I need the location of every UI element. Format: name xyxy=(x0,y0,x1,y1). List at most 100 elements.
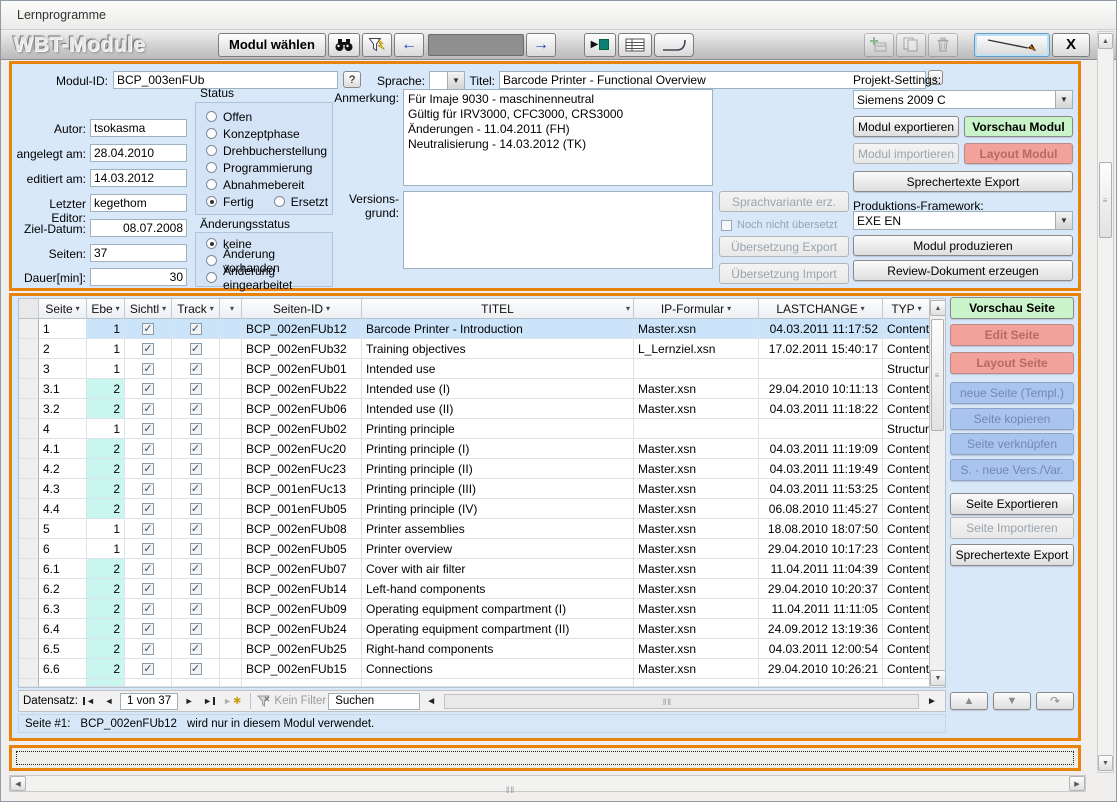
filter-status[interactable]: Kein Filter xyxy=(257,695,326,707)
track-checkbox[interactable]: ✓ xyxy=(190,363,202,375)
sort-arrow-icon[interactable]: ▾ xyxy=(162,304,166,313)
sichtbar-checkbox[interactable]: ✓ xyxy=(142,583,154,595)
table-vertical-scrollbar[interactable]: ▲ ≡ ▼ xyxy=(929,299,945,687)
edit-seite-button[interactable]: Edit Seite xyxy=(950,324,1074,346)
prev-record-button[interactable]: ← xyxy=(394,33,424,57)
modul-importieren-button[interactable]: Modul importieren xyxy=(853,143,959,164)
sichtbar-checkbox[interactable]: ✓ xyxy=(142,663,154,675)
row-selector[interactable] xyxy=(19,419,39,439)
sichtbar-checkbox[interactable]: ✓ xyxy=(142,643,154,655)
seite-verkn-pfen-button[interactable]: Seite verknüpfen xyxy=(950,433,1074,455)
table-row[interactable]: 4.12✓✓BCP_002enFUc20Printing principle (… xyxy=(19,439,945,459)
hscroll-right-icon[interactable]: ► xyxy=(923,693,941,710)
vorschau-seite-button[interactable]: Vorschau Seite xyxy=(950,297,1074,319)
aenderungsstatus-radio-Änderung eingearbeitet[interactable] xyxy=(206,272,217,283)
sort-arrow-icon[interactable]: ▾ xyxy=(727,304,731,313)
sichtbar-checkbox[interactable]: ✓ xyxy=(142,483,154,495)
dauer-input[interactable]: 30 xyxy=(90,268,187,286)
row-selector[interactable] xyxy=(19,519,39,539)
move-row-up-button[interactable]: ▲ xyxy=(950,692,988,710)
editiert-am-input[interactable]: 14.03.2012 xyxy=(90,169,187,187)
row-selector[interactable] xyxy=(19,639,39,659)
row-selector[interactable] xyxy=(19,399,39,419)
projekt-settings-dropdown[interactable]: Siemens 2009 C ▼ xyxy=(853,90,1073,109)
status-radio-Ersetzt[interactable] xyxy=(274,196,285,207)
table-row[interactable]: 11✓✓BCP_002enFUb12Barcode Printer - Intr… xyxy=(19,319,945,339)
sort-arrow-icon[interactable]: ▾ xyxy=(326,304,330,313)
sort-arrow-icon[interactable]: ▾ xyxy=(861,304,865,313)
sichtbar-checkbox[interactable]: ✓ xyxy=(142,403,154,415)
row-selector[interactable] xyxy=(19,559,39,579)
status-radio-Drehbucherstellung[interactable] xyxy=(206,145,217,156)
table-row[interactable]: 4.32✓✓BCP_001enFUc13Printing principle (… xyxy=(19,479,945,499)
status-radio-Programmierung[interactable] xyxy=(206,162,217,173)
status-radio-Abnahmebereit[interactable] xyxy=(206,179,217,190)
sichtbar-checkbox[interactable]: ✓ xyxy=(142,323,154,335)
row-selector[interactable] xyxy=(19,499,39,519)
track-checkbox[interactable]: ✓ xyxy=(190,623,202,635)
sichtbar-checkbox[interactable]: ✓ xyxy=(142,463,154,475)
vorschau-modul-button[interactable]: Vorschau Modul xyxy=(964,116,1073,137)
sort-arrow-icon[interactable]: ▾ xyxy=(210,304,214,313)
previous-record-button[interactable]: ◄ xyxy=(100,693,118,710)
s-neue-vers-var--button[interactable]: S. - neue Vers./Var. xyxy=(950,459,1074,481)
vscroll-up-arrow-icon[interactable]: ▲ xyxy=(1098,33,1113,49)
table-row[interactable]: 4.42✓✓BCP_001enFUb05Printing principle (… xyxy=(19,499,945,519)
table-row[interactable]: 51✓✓BCP_002enFUb08Printer assembliesMast… xyxy=(19,519,945,539)
copy-button[interactable] xyxy=(896,33,926,57)
table-row[interactable]: 6.42✓✓BCP_002enFUb24Operating equipment … xyxy=(19,619,945,639)
uebersetzung-export-button[interactable]: Übersetzung Export xyxy=(719,236,849,257)
delete-button[interactable] xyxy=(928,33,958,57)
sort-arrow-icon[interactable]: ▾ xyxy=(76,304,80,313)
scroll-down-icon[interactable]: ▼ xyxy=(930,670,946,686)
record-position[interactable]: 1 von 37 xyxy=(120,693,178,710)
track-checkbox[interactable]: ✓ xyxy=(190,383,202,395)
layout-seite-button[interactable]: Layout Seite xyxy=(950,352,1074,374)
column-header-IP-Formular[interactable]: IP-Formular▾ xyxy=(634,299,759,318)
column-header-LASTCHANGE[interactable]: LASTCHANGE▾ xyxy=(759,299,883,318)
sort-arrow-icon[interactable]: ▾ xyxy=(230,304,234,313)
seite-kopieren-button[interactable]: Seite kopieren xyxy=(950,408,1074,430)
window-vertical-scrollbar[interactable]: ▲ ≡ ▼ xyxy=(1097,31,1114,773)
row-selector[interactable] xyxy=(19,479,39,499)
module-select-button[interactable]: Modul wählen xyxy=(218,33,326,57)
chevron-down-icon[interactable]: ▼ xyxy=(1055,91,1072,108)
column-header-Seiten-ID[interactable]: Seiten-ID▾ xyxy=(242,299,362,318)
table-scroll-thumb[interactable]: ≡ xyxy=(931,319,944,431)
modul-id-help-button[interactable]: ? xyxy=(343,71,361,88)
versionsgrund-textarea[interactable] xyxy=(403,191,713,269)
column-header-Track[interactable]: Track▾ xyxy=(172,299,220,318)
sichtbar-checkbox[interactable]: ✓ xyxy=(142,603,154,615)
table-row[interactable]: 6.22✓✓BCP_002enFUb14Left-hand components… xyxy=(19,579,945,599)
goto-record-button[interactable]: ▶ xyxy=(584,33,616,57)
track-checkbox[interactable]: ✓ xyxy=(190,603,202,615)
last-record-button[interactable]: ► xyxy=(200,693,218,710)
sort-arrow-icon[interactable]: ▾ xyxy=(116,304,120,313)
track-checkbox[interactable]: ✓ xyxy=(190,463,202,475)
search-input[interactable]: Suchen xyxy=(328,693,420,710)
chevron-down-icon[interactable]: ▼ xyxy=(1055,212,1072,229)
row-selector[interactable] xyxy=(19,539,39,559)
sprachvariante-button[interactable]: Sprachvariante erz. xyxy=(719,191,849,212)
sichtbar-checkbox[interactable]: ✓ xyxy=(142,563,154,575)
table-row[interactable]: 4.22✓✓BCP_002enFUc23Printing principle (… xyxy=(19,459,945,479)
hscroll-left-arrow-icon[interactable]: ◀ xyxy=(10,776,26,791)
row-selector[interactable] xyxy=(19,599,39,619)
sichtbar-checkbox[interactable]: ✓ xyxy=(142,623,154,635)
close-form-button[interactable]: X xyxy=(1052,33,1090,57)
vscroll-down-arrow-icon[interactable]: ▼ xyxy=(1098,755,1113,771)
table-row[interactable]: 6.12✓✓BCP_002enFUb07Cover with air filte… xyxy=(19,559,945,579)
row-selector[interactable] xyxy=(19,339,39,359)
table-row[interactable]: 3.12✓✓BCP_002enFUb22Intended use (I)Mast… xyxy=(19,379,945,399)
new-record-nav-button[interactable]: ►✱ xyxy=(220,693,244,710)
chevron-down-icon[interactable]: ▼ xyxy=(447,72,464,89)
table-row[interactable]: 31✓✓BCP_002enFUb01Intended useStructure xyxy=(19,359,945,379)
angelegt-am-input[interactable]: 28.04.2010 xyxy=(90,144,187,162)
uebersetzung-import-button[interactable]: Übersetzung Import xyxy=(719,263,849,284)
track-checkbox[interactable]: ✓ xyxy=(190,443,202,455)
sichtbar-checkbox[interactable]: ✓ xyxy=(142,423,154,435)
sprechertexte-export-modul-button[interactable]: Sprechertexte Export xyxy=(853,171,1073,192)
scroll-up-icon[interactable]: ▲ xyxy=(930,300,946,316)
sichtbar-checkbox[interactable]: ✓ xyxy=(142,343,154,355)
track-checkbox[interactable]: ✓ xyxy=(190,583,202,595)
